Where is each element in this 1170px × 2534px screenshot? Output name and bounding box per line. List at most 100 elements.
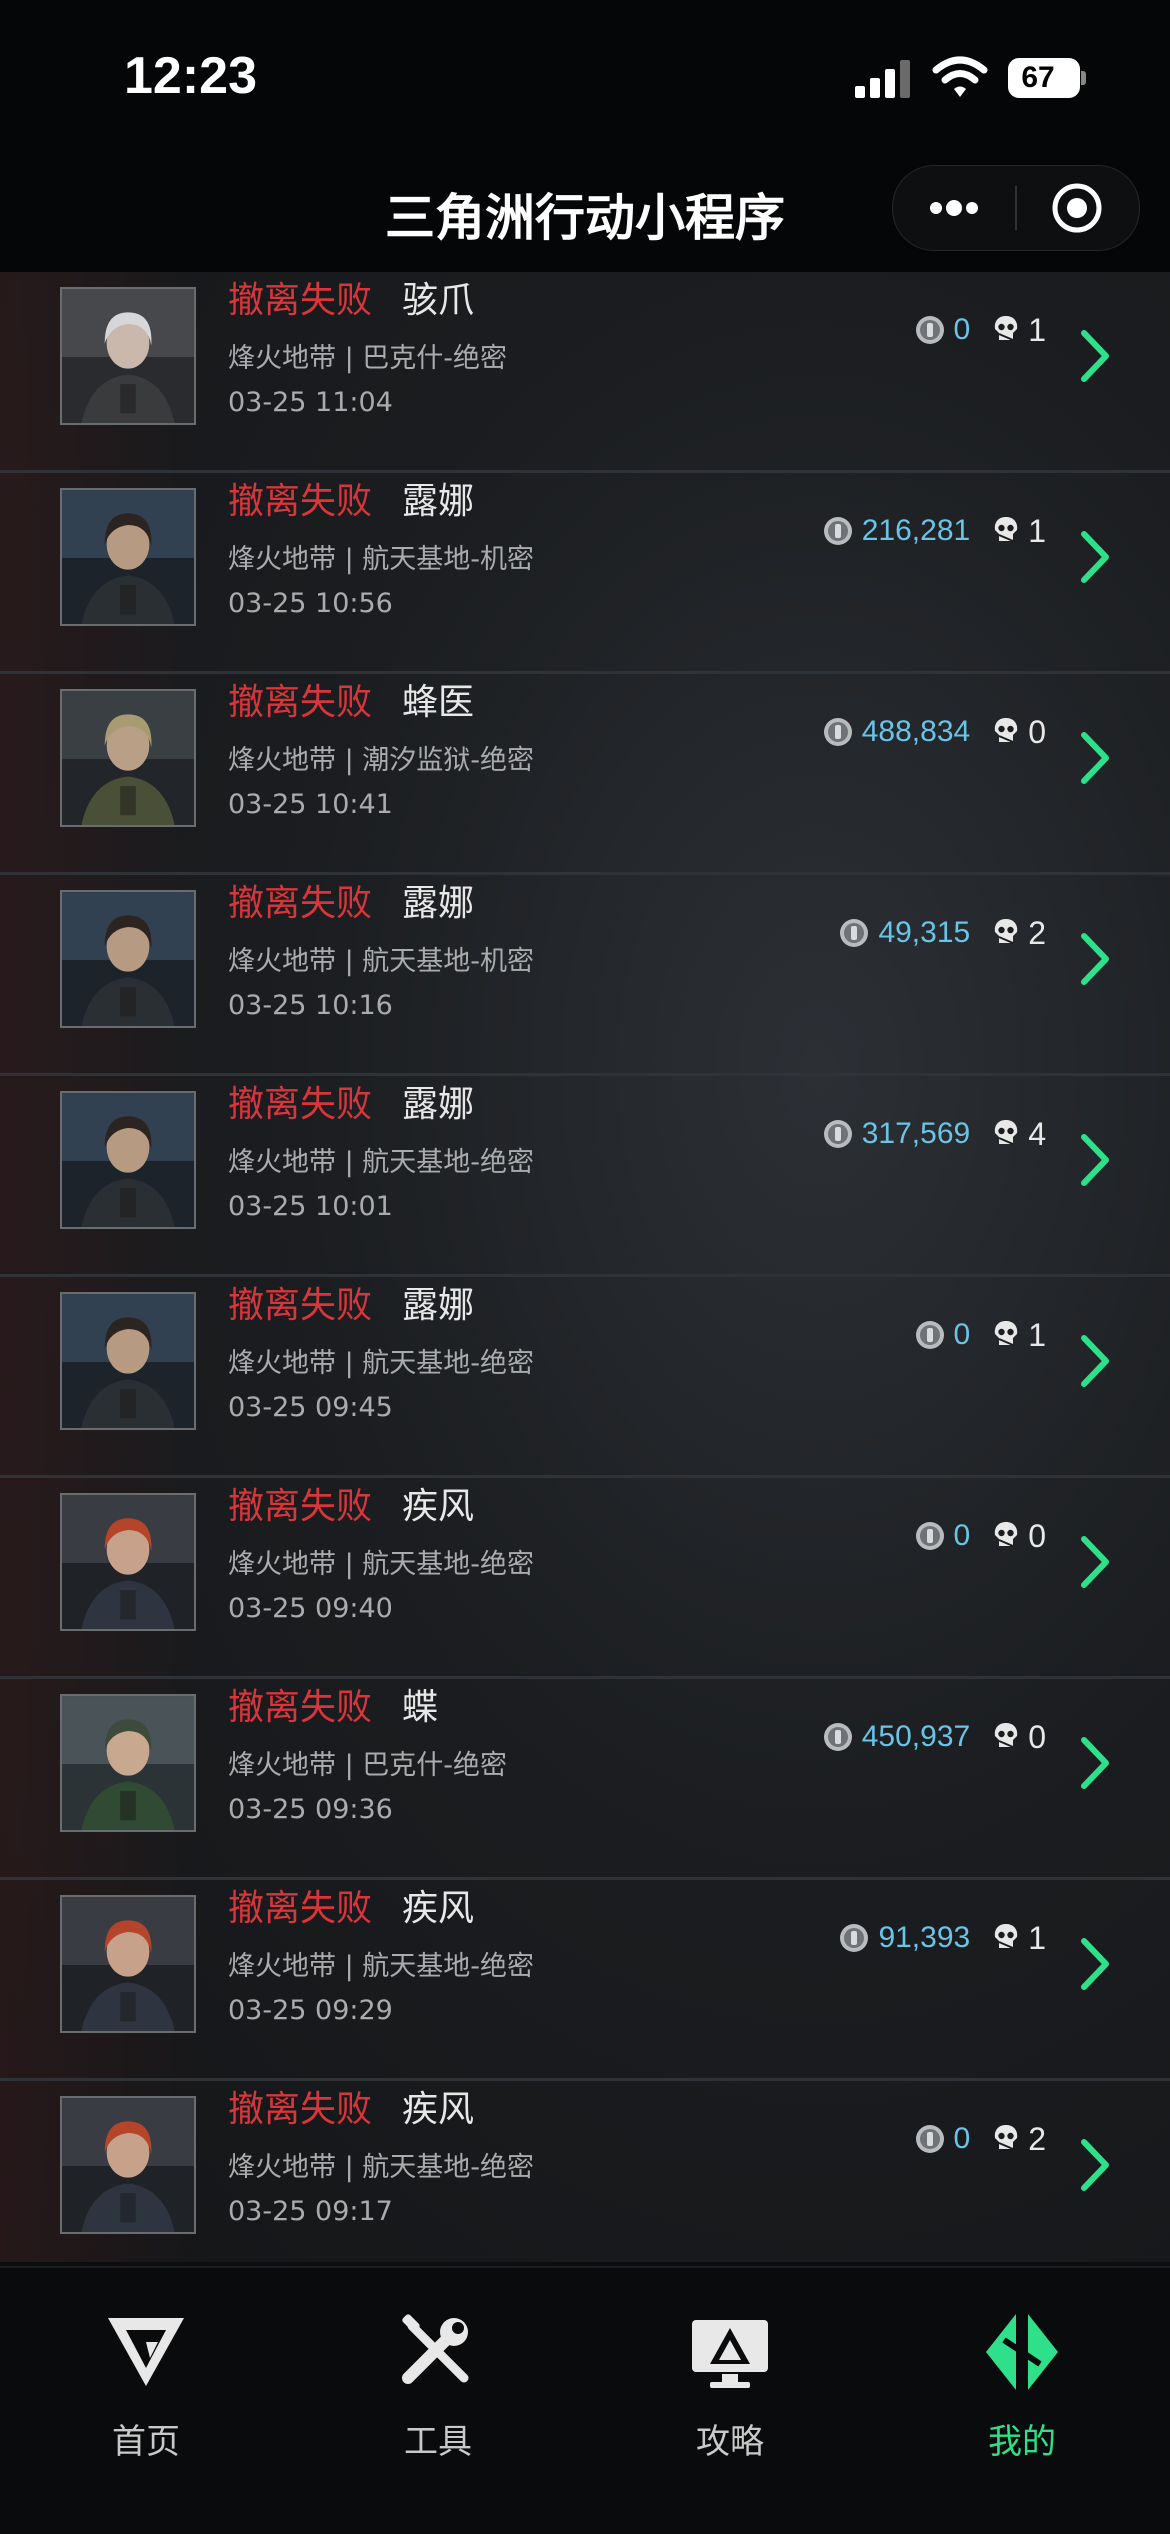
coin-value: 488,834 — [861, 715, 971, 748]
kill-count: 0 — [1028, 1517, 1046, 1554]
operator-portrait-icon — [62, 1093, 194, 1227]
tab-tools[interactable]: 工具 — [292, 2268, 584, 2468]
kill-count: 1 — [1028, 512, 1046, 549]
match-stats: 49,315 2 — [838, 911, 1046, 955]
map-mode: 烽火地带 | 航天基地-绝密 — [228, 2152, 535, 2183]
tab-label: 工具 — [404, 2422, 472, 2462]
coin-icon — [823, 1120, 852, 1148]
operator-name: 蝶 — [402, 1687, 439, 1728]
kill-count: 0 — [1028, 1718, 1046, 1755]
operator-name: 疾风 — [402, 1486, 475, 1527]
coin-value: 0 — [953, 313, 971, 346]
record-row[interactable]: 撤离失败 疾风 烽火地带 | 航天基地-绝密 03-25 09:17 0 2 — [0, 2080, 1170, 2262]
record-row[interactable]: 撤离失败 骇爪 烽火地带 | 巴克什-绝密 03-25 11:04 0 1 — [0, 272, 1170, 473]
chevron-right-icon[interactable] — [1080, 932, 1110, 986]
map-mode: 烽火地带 | 航天基地-绝密 — [228, 1147, 535, 1178]
chevron-right-icon[interactable] — [1080, 1736, 1110, 1790]
cellular-signal-icon — [855, 60, 910, 98]
extraction-status: 撤离失败 — [228, 1888, 373, 1929]
record-row[interactable]: 撤离失败 疾风 烽火地带 | 航天基地-绝密 03-25 09:29 91,39… — [0, 1879, 1170, 2081]
extraction-status: 撤离失败 — [228, 883, 373, 924]
bottom-tab-bar: 首页 工具 攻略 我的 — [0, 2266, 1170, 2534]
extraction-status: 撤离失败 — [228, 2089, 373, 2130]
operator-avatar — [60, 890, 196, 1028]
operator-portrait-icon — [62, 892, 194, 1026]
extraction-status: 撤离失败 — [228, 1687, 373, 1728]
map-mode: 烽火地带 | 航天基地-机密 — [228, 946, 535, 977]
match-stats: 0 1 — [914, 1313, 1046, 1357]
chevron-right-icon[interactable] — [1080, 1334, 1110, 1388]
coin-value: 0 — [953, 2122, 971, 2155]
coin-icon — [823, 1723, 852, 1751]
extraction-status: 撤离失败 — [228, 280, 373, 321]
battery-level: 67 — [1021, 61, 1055, 94]
match-time: 03-25 09:45 — [228, 1392, 393, 1423]
match-stats: 0 0 — [914, 1514, 1046, 1558]
coin-value: 49,315 — [878, 916, 971, 949]
match-time: 03-25 10:41 — [228, 789, 393, 820]
match-stats: 450,937 0 — [822, 1715, 1046, 1759]
operator-portrait-icon — [62, 2098, 194, 2232]
operator-avatar — [60, 1694, 196, 1832]
map-mode: 烽火地带 | 潮汐监狱-绝密 — [228, 745, 535, 776]
operator-portrait-icon — [62, 1696, 194, 1830]
extraction-status: 撤离失败 — [228, 682, 373, 723]
skull-kill-icon — [995, 316, 1018, 341]
skull-kill-icon — [995, 919, 1018, 944]
operator-portrait-icon — [62, 691, 194, 825]
extraction-status: 撤离失败 — [228, 1084, 373, 1125]
coin-icon — [823, 718, 852, 746]
operator-name: 露娜 — [402, 481, 475, 522]
match-stats: 317,569 4 — [822, 1112, 1046, 1156]
record-row[interactable]: 撤离失败 蜂医 烽火地带 | 潮汐监狱-绝密 03-25 10:41 488,8… — [0, 673, 1170, 875]
operator-avatar — [60, 2096, 196, 2234]
operator-portrait-icon — [62, 289, 194, 423]
skull-kill-icon — [995, 1924, 1018, 1949]
tab-profile[interactable]: 我的 — [876, 2268, 1168, 2468]
chevron-right-icon[interactable] — [1080, 1535, 1110, 1589]
chevron-right-icon[interactable] — [1080, 1937, 1110, 1991]
coin-value: 216,281 — [861, 514, 971, 547]
coin-icon — [915, 1321, 944, 1349]
record-row[interactable]: 撤离失败 蝶 烽火地带 | 巴克什-绝密 03-25 09:36 450,937… — [0, 1678, 1170, 1880]
chevron-right-icon[interactable] — [1080, 731, 1110, 785]
coin-icon — [915, 2125, 944, 2153]
kill-count: 1 — [1028, 1316, 1046, 1353]
match-stats: 0 1 — [914, 308, 1046, 352]
operator-avatar — [60, 287, 196, 425]
extraction-status: 撤离失败 — [228, 1285, 373, 1326]
coin-icon — [915, 316, 944, 344]
tab-home[interactable]: 首页 — [0, 2268, 292, 2468]
chevron-right-icon[interactable] — [1080, 1133, 1110, 1187]
operator-avatar — [60, 1895, 196, 2033]
more-dots-icon[interactable] — [893, 166, 1015, 250]
record-row[interactable]: 撤离失败 露娜 烽火地带 | 航天基地-绝密 03-25 10:01 317,5… — [0, 1075, 1170, 1277]
coin-value: 450,937 — [861, 1720, 971, 1753]
coin-value: 0 — [953, 1519, 971, 1552]
match-time: 03-25 09:36 — [228, 1794, 393, 1825]
tab-guide[interactable]: 攻略 — [584, 2268, 876, 2468]
match-stats: 0 2 — [914, 2117, 1046, 2161]
kill-count: 4 — [1028, 1115, 1046, 1152]
match-time: 03-25 11:04 — [228, 387, 393, 418]
chevron-right-icon[interactable] — [1080, 530, 1110, 584]
target-circle-icon[interactable] — [1017, 166, 1139, 250]
operator-name: 疾风 — [402, 1888, 475, 1929]
coin-icon — [823, 517, 852, 545]
coin-value: 91,393 — [878, 1921, 971, 1954]
chevron-right-icon[interactable] — [1080, 329, 1110, 383]
record-row[interactable]: 撤离失败 露娜 烽火地带 | 航天基地-机密 03-25 10:56 216,2… — [0, 472, 1170, 674]
navigation-bar: 三角洲行动小程序 — [0, 140, 1170, 272]
match-time: 03-25 09:17 — [228, 2196, 393, 2227]
skull-kill-icon — [995, 1522, 1018, 1547]
profile-logo-icon — [986, 2314, 1058, 2390]
record-row[interactable]: 撤离失败 露娜 烽火地带 | 航天基地-绝密 03-25 09:45 0 1 — [0, 1276, 1170, 1478]
delta-logo-icon — [108, 2318, 184, 2386]
operator-avatar — [60, 1091, 196, 1229]
record-row[interactable]: 撤离失败 露娜 烽火地带 | 航天基地-机密 03-25 10:16 49,31… — [0, 874, 1170, 1076]
skull-kill-icon — [995, 517, 1018, 542]
operator-portrait-icon — [62, 490, 194, 624]
record-row[interactable]: 撤离失败 疾风 烽火地带 | 航天基地-绝密 03-25 09:40 0 0 — [0, 1477, 1170, 1679]
chevron-right-icon[interactable] — [1080, 2138, 1110, 2192]
match-time: 03-25 09:29 — [228, 1995, 393, 2026]
